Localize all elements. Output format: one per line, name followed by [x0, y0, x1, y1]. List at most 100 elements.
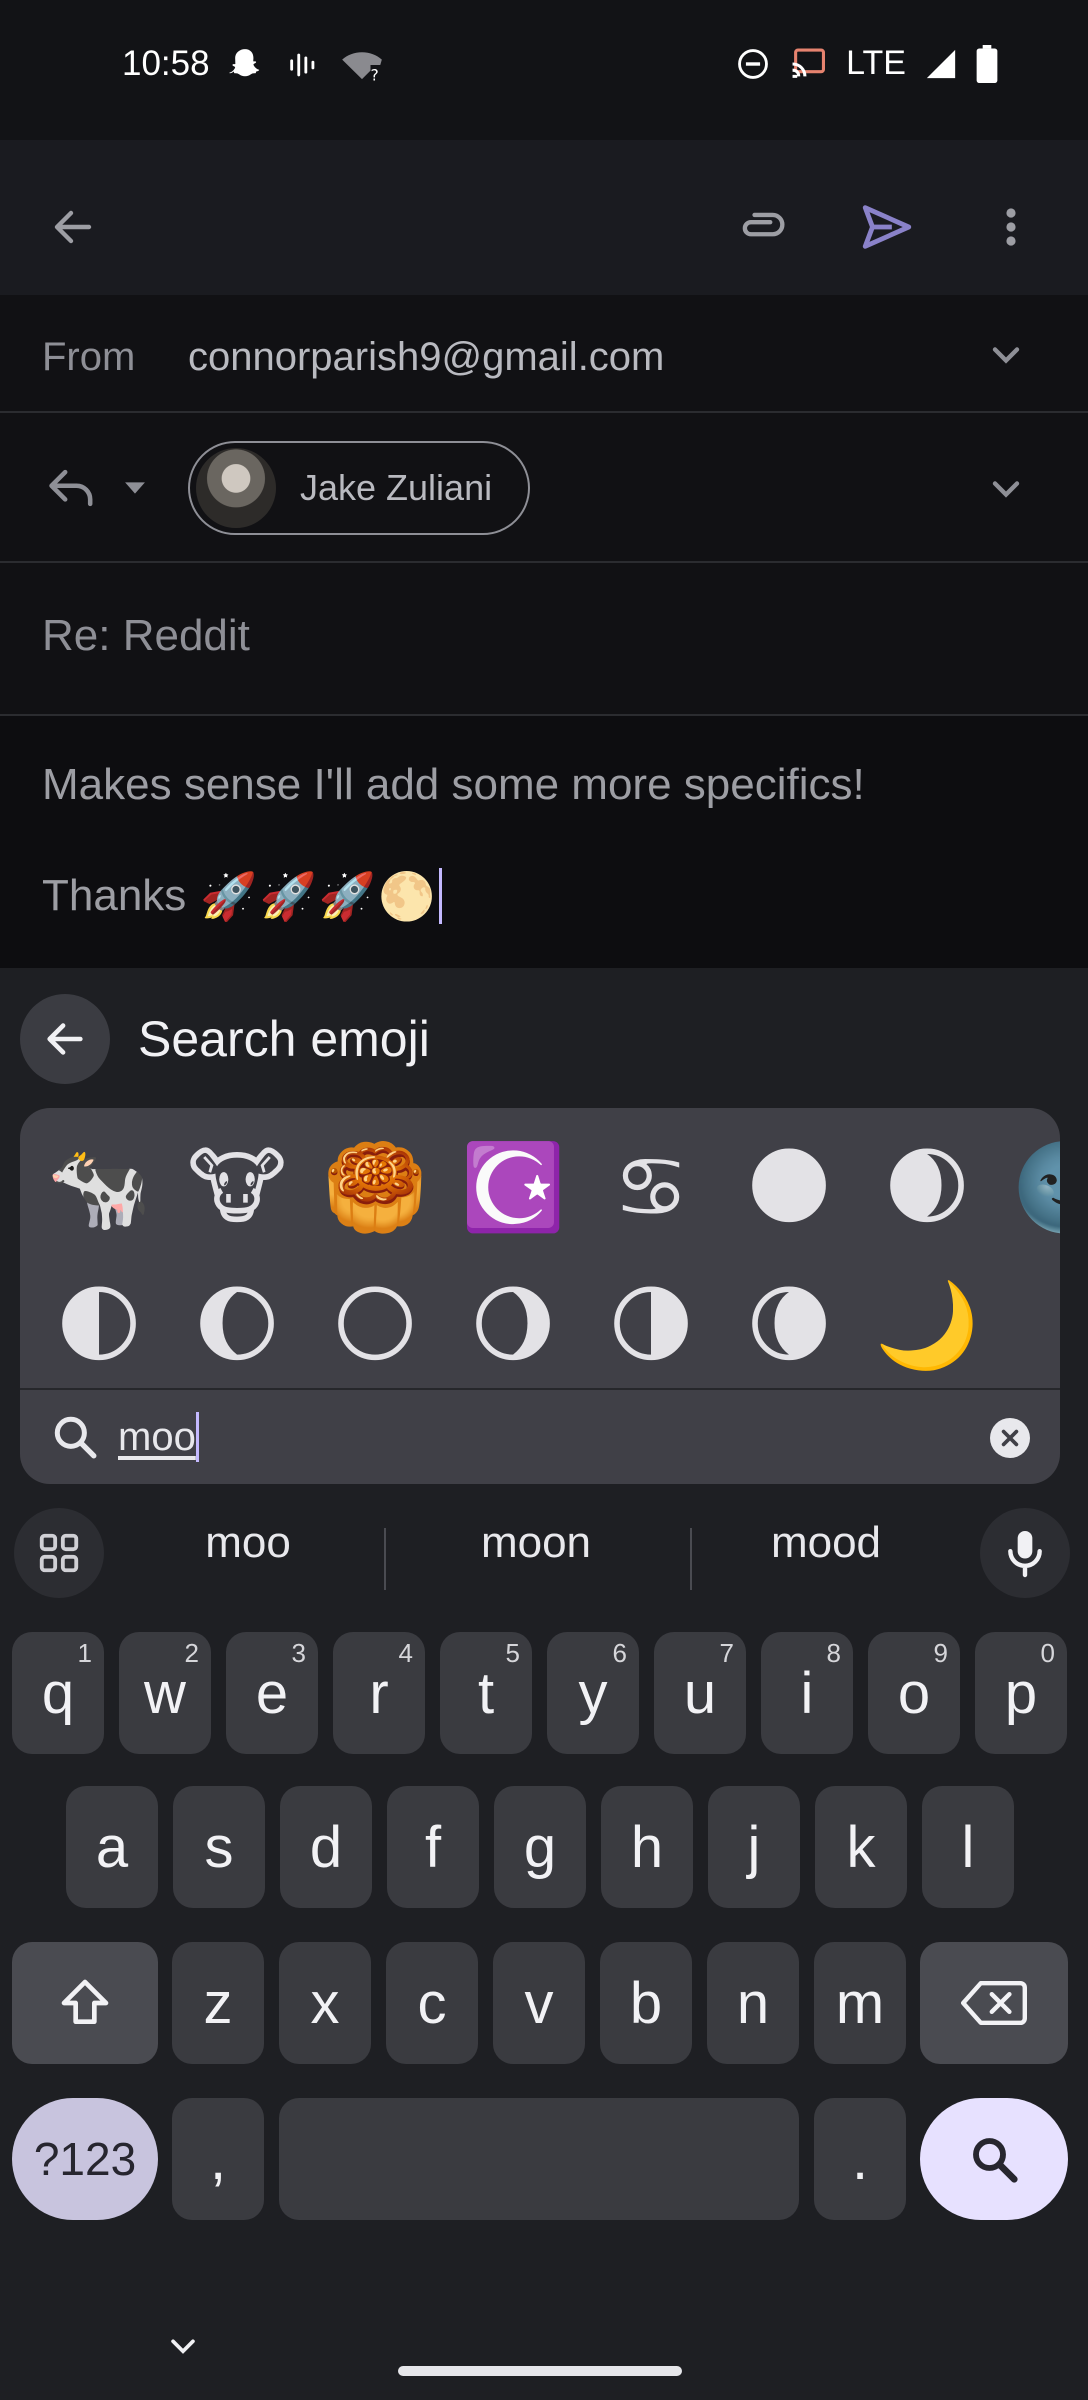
- emoji-search-input[interactable]: moo: [118, 1415, 196, 1460]
- suggestion-1[interactable]: moo: [118, 1518, 378, 1568]
- backspace-icon: [961, 1981, 1027, 2025]
- subject-field[interactable]: Re: Reddit: [42, 611, 250, 661]
- key-label: ,: [209, 2126, 227, 2192]
- home-gesture-bar[interactable]: [398, 2366, 682, 2376]
- emoji-result[interactable]: 🐮: [168, 1118, 306, 1256]
- key-label: c: [417, 1970, 447, 2036]
- reply-icon[interactable]: [44, 463, 100, 513]
- emoji-result[interactable]: 🌚: [996, 1118, 1060, 1256]
- emoji-result[interactable]: ☪️: [444, 1118, 582, 1256]
- key-b[interactable]: b: [600, 1942, 692, 2064]
- emoji-result[interactable]: 🌘: [720, 1256, 858, 1388]
- back-button[interactable]: [28, 182, 118, 272]
- emoji-result[interactable]: 🌑: [720, 1118, 858, 1256]
- key-label: w: [144, 1660, 186, 1726]
- key-r[interactable]: r4: [333, 1632, 425, 1754]
- key-label: o: [897, 1660, 931, 1726]
- key-k[interactable]: k: [815, 1786, 907, 1908]
- more-vert-icon: [1006, 208, 1016, 246]
- key-hint: 5: [505, 1638, 520, 1668]
- emoji-result[interactable]: 🌕: [306, 1256, 444, 1388]
- emoji-result[interactable]: 🌙: [858, 1256, 996, 1388]
- send-icon: [862, 205, 912, 249]
- network-type: LTE: [846, 44, 906, 82]
- key-label: n: [736, 1970, 770, 2036]
- key-label: a: [95, 1814, 129, 1880]
- emoji-result[interactable]: 🐄: [30, 1118, 168, 1256]
- compose-app-bar: [0, 140, 1088, 295]
- key-s[interactable]: s: [173, 1786, 265, 1908]
- space-key[interactable]: [279, 2098, 799, 2220]
- message-body[interactable]: Makes sense I'll add some more specifics…: [0, 716, 1088, 968]
- from-row[interactable]: From connorparish9@gmail.com: [0, 295, 1088, 413]
- chevron-down-icon[interactable]: [984, 333, 1028, 377]
- send-button[interactable]: [842, 182, 932, 272]
- key-p[interactable]: p0: [975, 1632, 1067, 1754]
- key-q[interactable]: q1: [12, 1632, 104, 1754]
- emoji-result[interactable]: 🌔: [168, 1256, 306, 1388]
- suggestion-3[interactable]: mood: [696, 1518, 956, 1568]
- symbols-key[interactable]: ?123: [12, 2098, 158, 2220]
- close-icon: [1001, 1429, 1019, 1447]
- hide-keyboard-icon[interactable]: [166, 2330, 200, 2364]
- key-y[interactable]: y6: [547, 1632, 639, 1754]
- key-o[interactable]: o9: [868, 1632, 960, 1754]
- key-l[interactable]: l: [922, 1786, 1014, 1908]
- key-t[interactable]: t5: [440, 1632, 532, 1754]
- emoji-search-field[interactable]: moo: [20, 1388, 1060, 1484]
- key-label: ?123: [33, 2133, 137, 2185]
- from-address[interactable]: connorparish9@gmail.com: [188, 335, 664, 380]
- key-d[interactable]: d: [280, 1786, 372, 1908]
- emoji-search-back-button[interactable]: [20, 994, 110, 1084]
- chevron-down-icon[interactable]: [984, 467, 1028, 511]
- emoji-keyboard: Search emoji 🐄🐮🥮☪️♋🌑🌒🌚🌓🌔🌕🌖🌗🌘🌙 moo moo mo…: [0, 968, 1088, 2400]
- key-label: l: [961, 1814, 975, 1880]
- key-w[interactable]: w2: [119, 1632, 211, 1754]
- emoji-result[interactable]: ♋: [582, 1118, 720, 1256]
- shift-key[interactable]: [12, 1942, 158, 2064]
- emoji-result[interactable]: 🌗: [582, 1256, 720, 1388]
- emoji-result[interactable]: 🌒: [858, 1118, 996, 1256]
- text-caret: [195, 1412, 199, 1462]
- key-v[interactable]: v: [493, 1942, 585, 2064]
- key-a[interactable]: a: [66, 1786, 158, 1908]
- backspace-key[interactable]: [920, 1942, 1068, 2064]
- comma-key[interactable]: ,: [172, 2098, 264, 2220]
- to-row: Jake Zuliani: [0, 413, 1088, 563]
- key-u[interactable]: u7: [654, 1632, 746, 1754]
- key-f[interactable]: f: [387, 1786, 479, 1908]
- reply-type-dropdown-icon[interactable]: [118, 475, 152, 501]
- voice-input-button[interactable]: [980, 1508, 1070, 1598]
- key-m[interactable]: m: [814, 1942, 906, 2064]
- key-label: v: [524, 1970, 554, 2036]
- key-label: p: [1004, 1660, 1038, 1726]
- suggestion-2[interactable]: moon: [406, 1518, 666, 1568]
- key-i[interactable]: i8: [761, 1632, 853, 1754]
- recipient-chip[interactable]: Jake Zuliani: [188, 441, 530, 535]
- voicemail-icon: [290, 53, 315, 77]
- key-c[interactable]: c: [386, 1942, 478, 2064]
- emoji-result[interactable]: 🌖: [444, 1256, 582, 1388]
- key-label: q: [41, 1660, 75, 1726]
- key-h[interactable]: h: [601, 1786, 693, 1908]
- signal-icon: [926, 49, 956, 78]
- search-action-key[interactable]: [920, 2098, 1068, 2220]
- key-n[interactable]: n: [707, 1942, 799, 2064]
- emoji-result[interactable]: 🥮: [306, 1118, 444, 1256]
- emoji-categories-button[interactable]: [14, 1508, 104, 1598]
- key-e[interactable]: e3: [226, 1632, 318, 1754]
- emoji-results-panel: 🐄🐮🥮☪️♋🌑🌒🌚 🌓🌔🌕🌖🌗🌘🌙: [20, 1108, 1060, 1388]
- attach-button[interactable]: [718, 182, 808, 272]
- status-left-icons: ?: [226, 46, 382, 84]
- key-j[interactable]: j: [708, 1786, 800, 1908]
- period-key[interactable]: .: [814, 2098, 906, 2220]
- grid-icon: [39, 1533, 79, 1573]
- clear-search-button[interactable]: [990, 1418, 1030, 1458]
- key-label: d: [309, 1814, 343, 1880]
- key-x[interactable]: x: [279, 1942, 371, 2064]
- subject-row[interactable]: Re: Reddit: [0, 563, 1088, 716]
- more-options-button[interactable]: [966, 182, 1056, 272]
- emoji-result[interactable]: 🌓: [30, 1256, 168, 1388]
- key-z[interactable]: z: [172, 1942, 264, 2064]
- key-g[interactable]: g: [494, 1786, 586, 1908]
